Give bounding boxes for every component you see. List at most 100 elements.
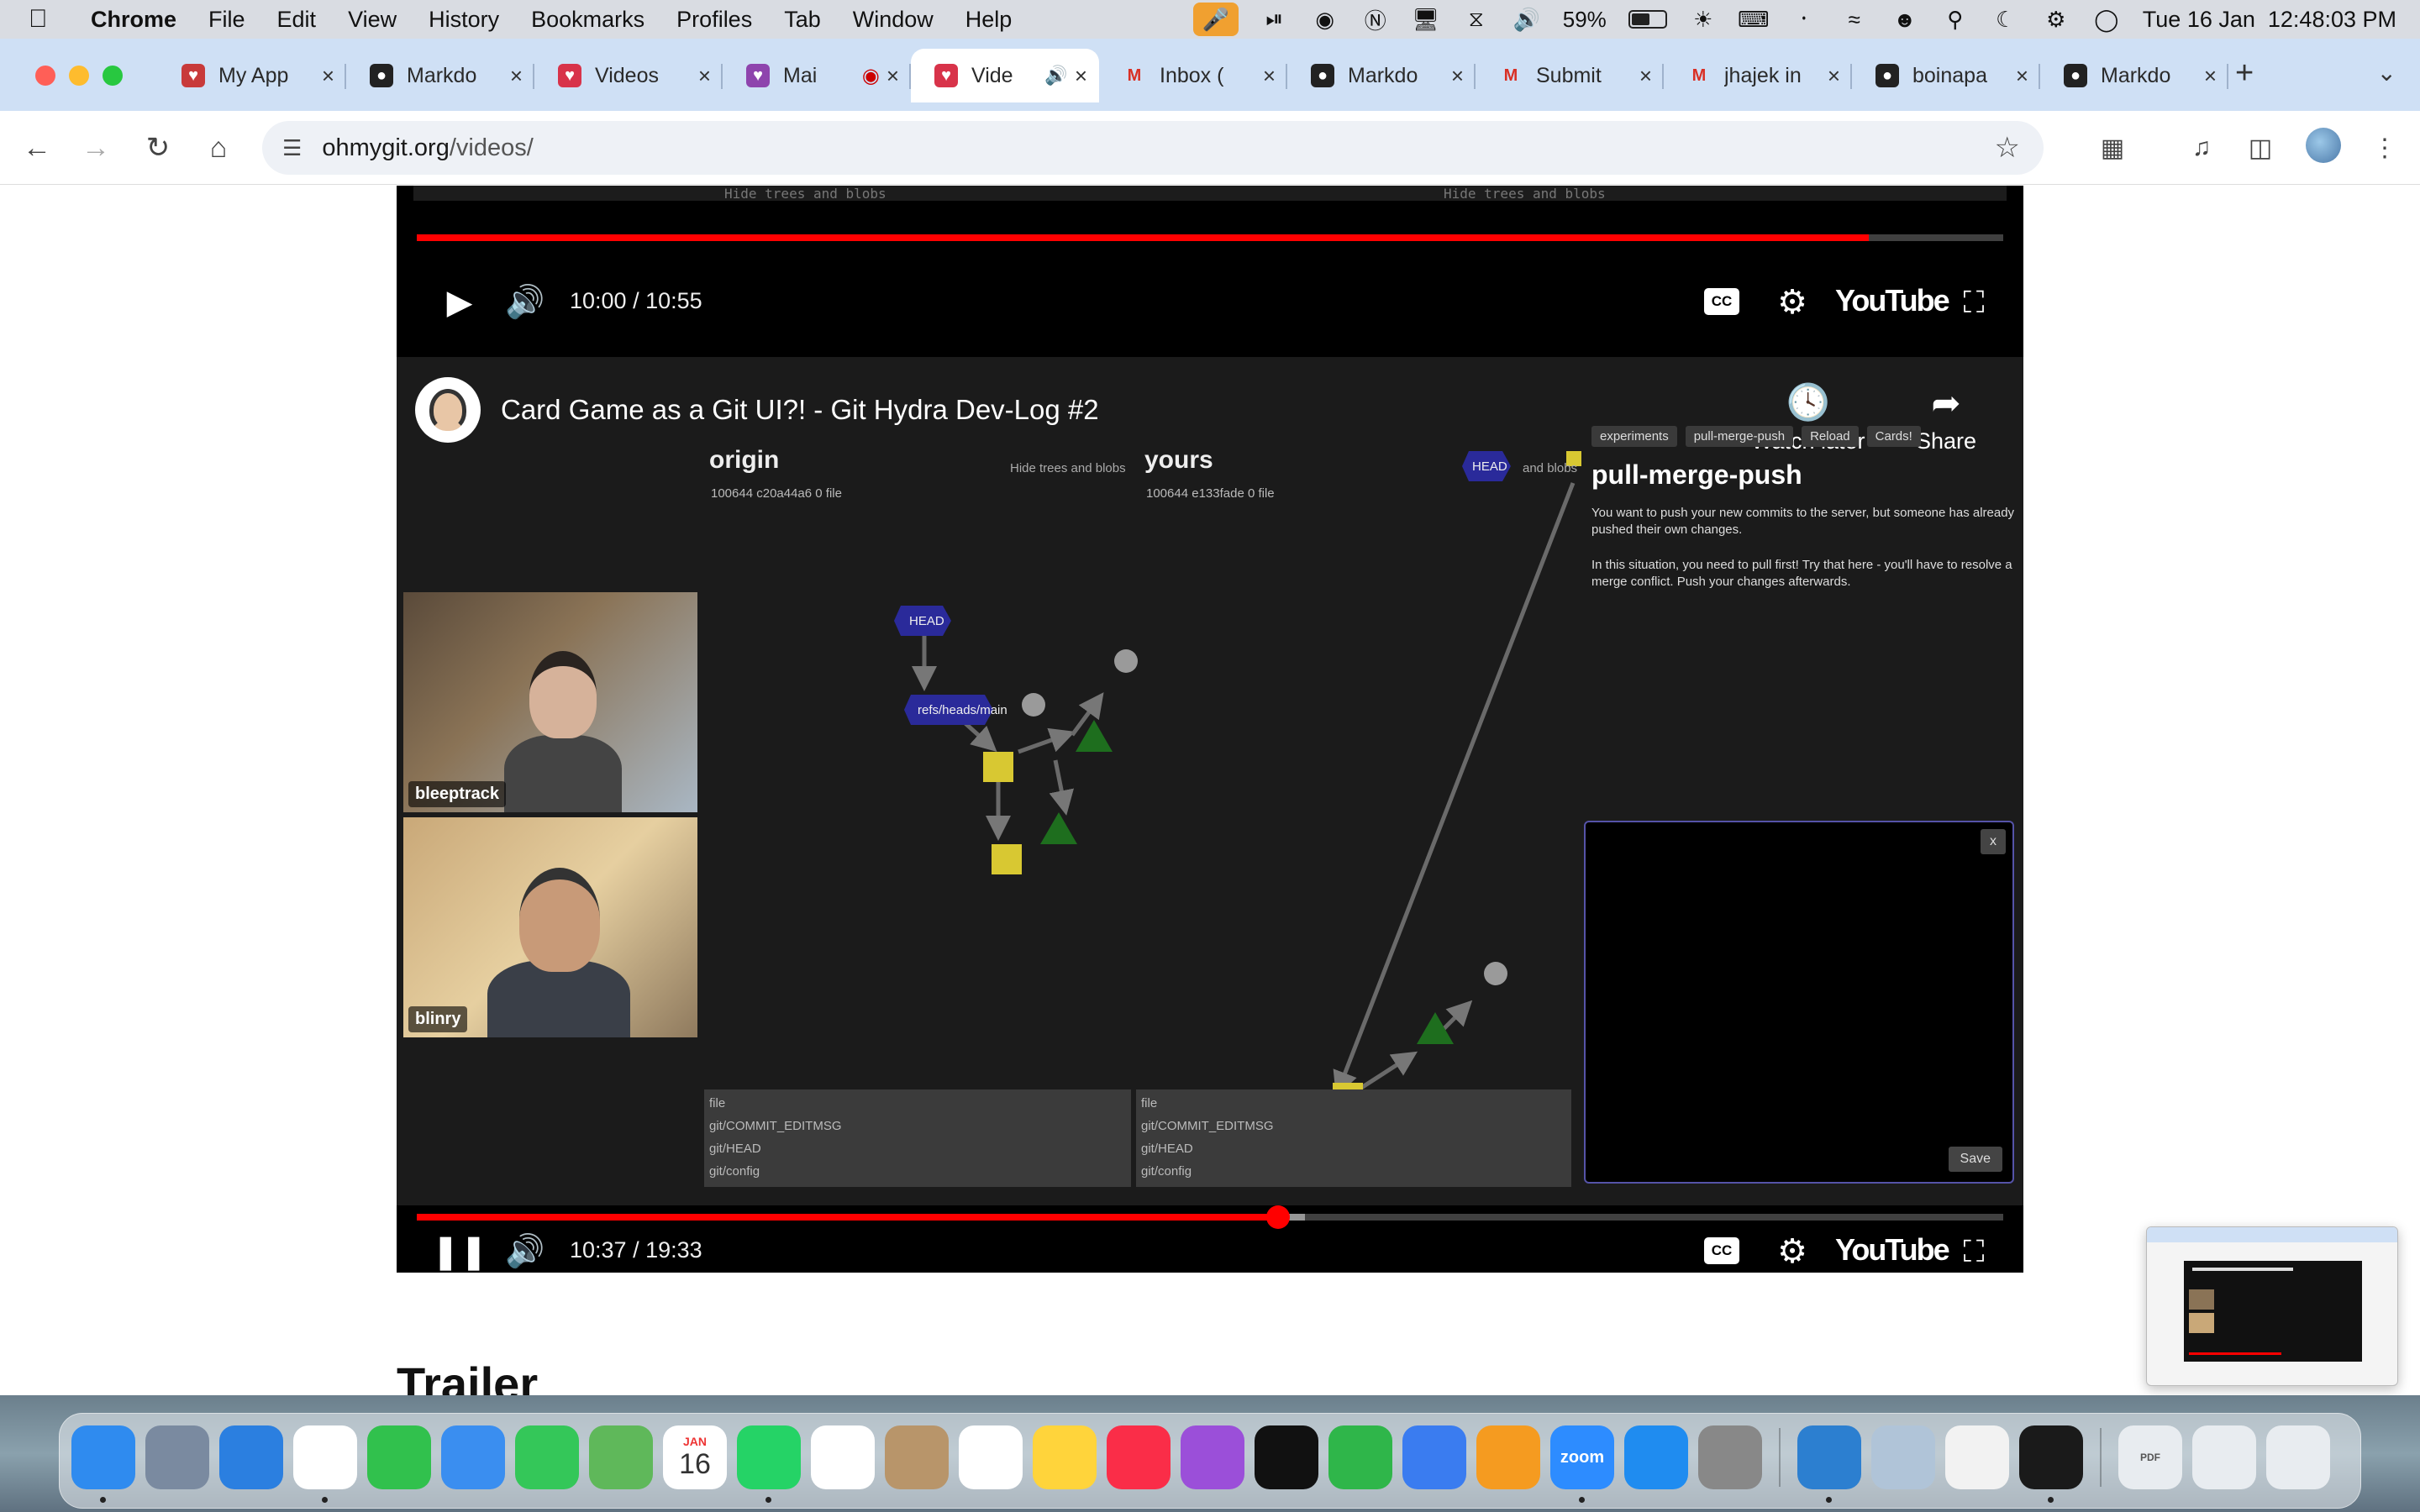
captions-button[interactable]: CC <box>1704 288 1739 315</box>
accessibility-icon[interactable]: Ⓝ <box>1361 7 1390 34</box>
video-player-2[interactable]: HEAD refs/heads/main Card Game as a Git … <box>397 357 2023 1273</box>
menu-bookmarks[interactable]: Bookmarks <box>531 7 644 33</box>
menu-help[interactable]: Help <box>965 7 1013 33</box>
podcasts-icon[interactable] <box>1181 1425 1244 1489</box>
appstore-icon[interactable] <box>1624 1425 1688 1489</box>
calendar-icon[interactable]: JAN 16 <box>663 1425 727 1489</box>
whatsapp-icon[interactable] <box>737 1425 801 1503</box>
launchpad-icon[interactable] <box>145 1425 209 1489</box>
play-icon[interactable]: ▶ <box>437 280 482 325</box>
volume-icon[interactable]: 🔊 <box>1512 7 1541 32</box>
keynote-icon[interactable] <box>1402 1425 1466 1489</box>
display-icon[interactable]: 🖥 <box>1412 7 1440 32</box>
pdf-document-icon[interactable]: PDF <box>2118 1425 2182 1489</box>
bluetooth-icon[interactable]: ᛫ <box>1790 7 1818 32</box>
fullscreen-icon[interactable]: ⛶ <box>1951 280 1996 325</box>
zoom-icon[interactable]: zoom <box>1550 1425 1614 1503</box>
tab-close-icon[interactable]: × <box>1451 63 1464 89</box>
trash-icon[interactable] <box>2266 1425 2330 1489</box>
shazam-icon[interactable]: ⧖ <box>1462 6 1491 32</box>
volume-icon[interactable]: 🔊 <box>502 1229 548 1273</box>
tab-close-icon[interactable]: × <box>510 63 523 89</box>
settings-gear-icon[interactable]: ⚙ <box>1770 280 1815 325</box>
tab-close-icon[interactable]: × <box>2204 63 2217 89</box>
bookmark-star-icon[interactable]: ☆ <box>1995 131 2020 165</box>
profile-avatar[interactable] <box>2306 128 2341 163</box>
battery-icon[interactable] <box>1628 10 1667 29</box>
documents-stack-icon[interactable] <box>2192 1425 2256 1489</box>
zoom-window-button[interactable] <box>103 66 123 86</box>
share-button[interactable]: ➦ Share <box>1916 382 1976 454</box>
back-button[interactable]: ← <box>17 128 57 168</box>
spotlight-search-icon[interactable]: ⚲ <box>1941 7 1970 32</box>
maps-icon[interactable] <box>589 1425 653 1489</box>
tab-close-icon[interactable]: × <box>1263 63 1276 89</box>
keyboard-icon[interactable]: ⌨ <box>1738 7 1770 32</box>
tab[interactable]: M Inbox (× <box>1099 49 1287 102</box>
contacts-icon[interactable] <box>885 1425 949 1489</box>
forward-button[interactable]: → <box>76 128 116 168</box>
photos-icon[interactable] <box>959 1425 1023 1489</box>
music-icon[interactable] <box>1107 1425 1171 1489</box>
reminders-icon[interactable] <box>811 1425 875 1489</box>
preview-icon[interactable] <box>1871 1425 1935 1489</box>
tab[interactable]: M Submit × <box>1476 49 1664 102</box>
vscode-icon[interactable] <box>1797 1425 1861 1503</box>
site-info-icon[interactable]: ☰ <box>282 135 302 161</box>
channel-avatar[interactable] <box>415 377 481 443</box>
menu-window[interactable]: Window <box>853 7 934 33</box>
volume-icon[interactable]: 🔊 <box>502 280 548 325</box>
menu-edit[interactable]: Edit <box>277 7 317 33</box>
youtube-logo[interactable]: YouTube <box>1835 1232 1950 1268</box>
youtube-logo[interactable]: YouTube <box>1835 283 1950 318</box>
mail-icon[interactable] <box>441 1425 505 1489</box>
tab-close-icon[interactable]: × <box>2016 63 2028 89</box>
siri-icon[interactable]: ◯ <box>2092 7 2121 32</box>
tab[interactable]: ● Markdo × <box>1287 49 1476 102</box>
tab[interactable]: ♥ Mai ◉ × <box>723 49 911 102</box>
side-panel-icon[interactable]: ◫ <box>2244 131 2277 165</box>
settings-icon[interactable] <box>1698 1425 1762 1489</box>
tab[interactable]: ● boinapa × <box>1852 49 2040 102</box>
tab[interactable]: ♥ My App × <box>158 49 346 102</box>
user-icon[interactable]: ☻ <box>1891 7 1919 32</box>
textedit-icon[interactable] <box>1945 1425 2009 1489</box>
tab[interactable]: ● Markdo × <box>2040 49 2228 102</box>
menu-view[interactable]: View <box>348 7 397 33</box>
tab-close-icon[interactable]: × <box>886 63 899 89</box>
tab[interactable]: ♥ Videos × <box>534 49 723 102</box>
tab[interactable]: Mjhajek in × <box>1664 49 1852 102</box>
settings-gear-icon[interactable]: ⚙ <box>1770 1229 1815 1273</box>
tab[interactable]: ● Markdo × <box>346 49 534 102</box>
address-bar[interactable]: ☰ ohmygit.org/videos/ ☆ <box>262 121 2044 175</box>
apple-menu-icon[interactable]:  <box>29 5 67 34</box>
url-text[interactable]: ohmygit.org/videos/ <box>322 134 533 162</box>
microphone-icon[interactable]: 🎤 <box>1192 3 1239 36</box>
facetime-icon[interactable] <box>367 1425 431 1489</box>
tab-close-icon[interactable]: × <box>1828 63 1840 89</box>
focus-moon-icon[interactable]: ☾ <box>1991 7 2020 32</box>
reload-button[interactable]: ↻ <box>138 128 178 168</box>
numbers-icon[interactable] <box>1328 1425 1392 1489</box>
clock[interactable]: Tue 16 Jan 12:48:03 PM <box>2143 7 2396 33</box>
brightness-icon[interactable]: ☀ <box>1689 7 1718 32</box>
messages-icon[interactable] <box>515 1425 579 1489</box>
progress-bar[interactable] <box>417 234 2003 241</box>
menu-app-name[interactable]: Chrome <box>91 7 176 33</box>
pages-icon[interactable] <box>1476 1425 1540 1489</box>
menu-history[interactable]: History <box>429 7 499 33</box>
chrome-menu-icon[interactable]: ⋮ <box>2368 131 2402 165</box>
fullscreen-icon[interactable]: ⛶ <box>1951 1229 1996 1273</box>
screenshot-thumbnail[interactable] <box>2146 1226 2398 1386</box>
tab-close-icon[interactable]: × <box>698 63 711 89</box>
terminal-icon[interactable] <box>2019 1425 2083 1503</box>
menu-profiles[interactable]: Profiles <box>676 7 752 33</box>
extensions-icon[interactable]: ▦ <box>2096 131 2129 165</box>
tab-search-chevron-icon[interactable]: ⌄ <box>2377 59 2396 87</box>
notes-icon[interactable] <box>1033 1425 1097 1489</box>
captions-button[interactable]: CC <box>1704 1237 1739 1264</box>
close-window-button[interactable] <box>35 66 55 86</box>
chrome-icon[interactable] <box>293 1425 357 1503</box>
tab-close-icon[interactable]: × <box>1639 63 1652 89</box>
media-control-icon[interactable]: ♫ <box>2185 131 2218 165</box>
